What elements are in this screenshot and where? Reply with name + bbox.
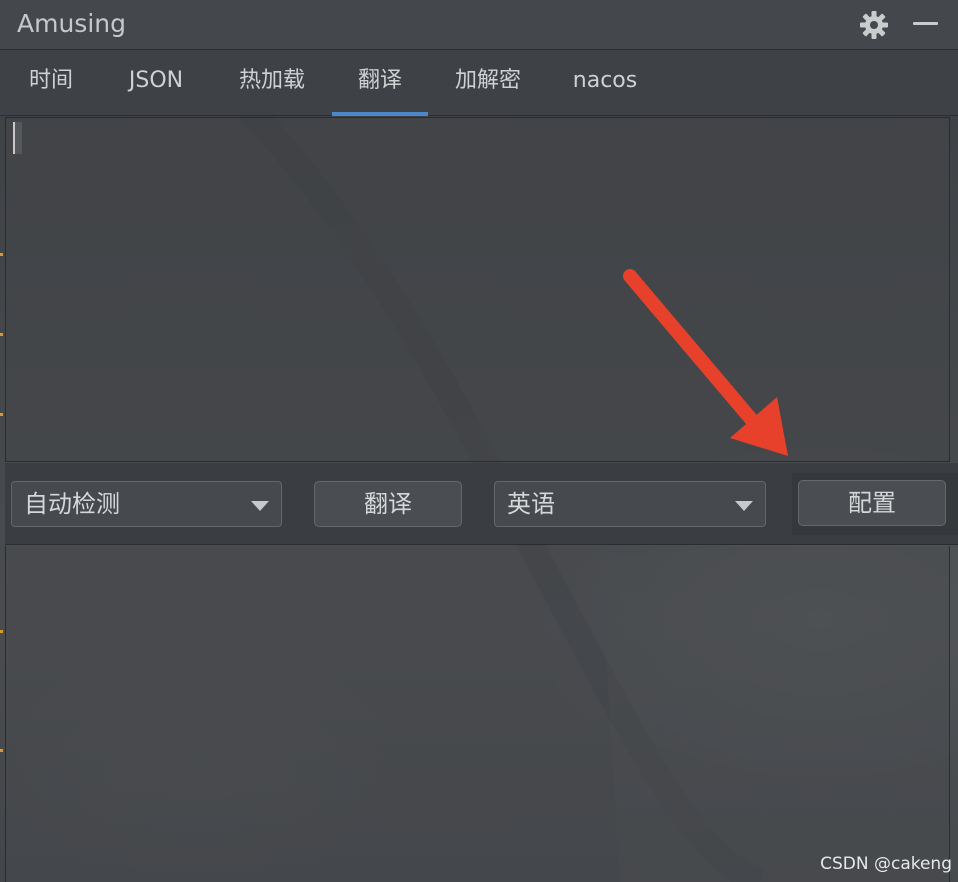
tab-nacos[interactable]: nacos bbox=[558, 50, 652, 116]
tab-translate[interactable]: 翻译 bbox=[332, 50, 428, 116]
target-language-select[interactable]: 英语 bbox=[494, 481, 766, 527]
text-caret bbox=[13, 122, 22, 154]
translate-button[interactable]: 翻译 bbox=[314, 481, 462, 527]
tab-encrypt-decrypt[interactable]: 加解密 bbox=[441, 50, 535, 116]
edge-marker bbox=[0, 749, 3, 752]
edge-marker bbox=[0, 333, 3, 336]
source-language-select[interactable]: 自动检测 bbox=[11, 481, 282, 527]
target-language-value: 英语 bbox=[507, 490, 555, 518]
tab-json[interactable]: JSON bbox=[111, 50, 201, 116]
result-text-area[interactable] bbox=[5, 546, 950, 882]
edge-marker bbox=[0, 630, 3, 633]
gear-icon[interactable] bbox=[858, 9, 890, 41]
window-title: Amusing bbox=[17, 9, 126, 38]
tab-time[interactable]: 时间 bbox=[17, 50, 85, 116]
edge-marker bbox=[0, 413, 3, 416]
source-language-value: 自动检测 bbox=[24, 490, 120, 518]
config-button-area: 配置 bbox=[792, 473, 958, 535]
watermark: CSDN @cakeng bbox=[820, 854, 952, 874]
edge-marker bbox=[0, 253, 3, 256]
translation-controls: 自动检测 翻译 英语 配置 bbox=[5, 463, 958, 545]
title-bar: Amusing bbox=[0, 0, 958, 50]
tab-hot-reload[interactable]: 热加载 bbox=[225, 50, 319, 116]
tab-bar: 时间 JSON 热加载 翻译 加解密 nacos bbox=[0, 50, 958, 116]
source-text-area[interactable] bbox=[5, 117, 950, 462]
chevron-down-icon bbox=[251, 501, 269, 511]
chevron-down-icon bbox=[735, 501, 753, 511]
minimize-icon[interactable] bbox=[913, 22, 938, 25]
config-button[interactable]: 配置 bbox=[798, 480, 946, 526]
